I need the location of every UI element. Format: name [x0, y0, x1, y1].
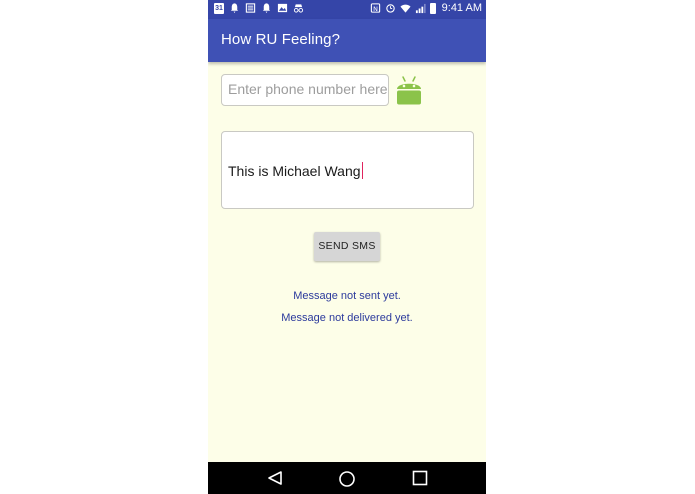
text-cursor	[361, 162, 364, 179]
signal-icon	[415, 3, 426, 13]
app-bar: How RU Feeling?	[208, 19, 486, 62]
notification-bell-icon	[262, 3, 271, 14]
clock: 9:41 AM	[441, 2, 482, 14]
app-title: How RU Feeling?	[221, 31, 341, 48]
home-icon[interactable]	[338, 470, 356, 488]
notification-bell-icon	[230, 3, 239, 14]
phone-screen: 31 N 9:41 AM How RU Feeling? Thi	[208, 0, 486, 494]
send-sms-button[interactable]: SEND SMS	[314, 232, 380, 261]
android-icon[interactable]	[394, 75, 424, 107]
message-field[interactable]: This is Michael Wang	[221, 131, 474, 209]
wifi-icon	[400, 4, 411, 13]
status-bar: 31 N 9:41 AM	[208, 0, 486, 19]
list-icon	[245, 3, 256, 13]
delivered-status: Message not delivered yet.	[281, 312, 413, 324]
image-icon	[277, 3, 288, 13]
sent-status: Message not sent yet.	[293, 290, 401, 302]
svg-text:N: N	[373, 5, 378, 13]
back-icon[interactable]	[267, 470, 283, 486]
calendar-icon: 31	[214, 2, 224, 14]
incognito-icon	[293, 4, 304, 13]
message-text[interactable]: This is Michael Wang	[228, 162, 364, 179]
phone-number-field[interactable]	[221, 74, 389, 106]
alarm-icon	[385, 4, 395, 13]
nfc-icon: N	[370, 3, 380, 13]
phone-number-input[interactable]	[228, 75, 388, 103]
battery-icon	[429, 2, 436, 14]
navigation-bar	[208, 462, 486, 494]
recents-icon[interactable]	[412, 470, 428, 486]
message-value: This is Michael Wang	[228, 163, 361, 179]
